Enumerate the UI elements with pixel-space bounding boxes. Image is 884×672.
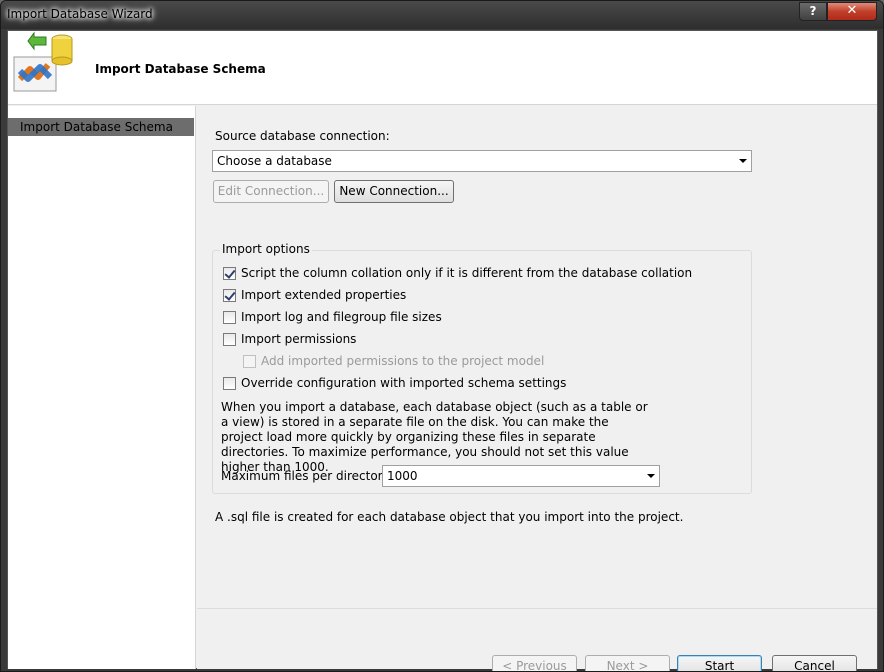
checkbox — [243, 355, 256, 368]
help-button[interactable]: ? — [799, 2, 827, 21]
source-connection-label: Source database connection: — [215, 129, 390, 143]
start-button[interactable]: Start — [677, 655, 762, 671]
dropdown-selected-value: Choose a database — [217, 154, 332, 168]
checkbox[interactable] — [223, 267, 236, 280]
max-files-dropdown[interactable]: 1000 — [382, 465, 660, 487]
wizard-client-area: Import Database Schema Import Database S… — [7, 30, 878, 671]
chevron-down-icon — [647, 474, 655, 478]
cancel-button[interactable]: Cancel — [772, 655, 857, 671]
previous-button[interactable]: < Previous — [492, 655, 577, 671]
database-connection-dropdown[interactable]: Choose a database — [212, 150, 752, 172]
footer-divider — [197, 608, 877, 609]
checkbox[interactable] — [223, 377, 236, 390]
checkbox-label: Script the column collation only if it i… — [241, 266, 693, 280]
wizard-steps-pane: Import Database Schema — [8, 106, 196, 669]
database-project-icon — [13, 31, 73, 92]
window-title: Import Database Wizard — [7, 7, 153, 21]
checkbox-label: Add imported permissions to the project … — [261, 354, 545, 368]
checkbox[interactable] — [223, 311, 236, 324]
step-label: Import Database Schema — [20, 120, 173, 134]
step-import-database-schema[interactable]: Import Database Schema — [8, 118, 194, 136]
wizard-window: Import Database Wizard ? ✕ Import Databa… — [0, 0, 884, 672]
new-connection-button[interactable]: New Connection... — [334, 180, 454, 203]
checkbox[interactable] — [223, 289, 236, 302]
checkbox[interactable] — [223, 333, 236, 346]
page-title: Import Database Schema — [95, 62, 266, 76]
dropdown-selected-value: 1000 — [387, 469, 418, 483]
edit-connection-button[interactable]: Edit Connection... — [213, 180, 329, 203]
checkbox-label: Import extended properties — [241, 288, 407, 302]
checkbox-label: Import log and filegroup file sizes — [241, 310, 442, 324]
next-button[interactable]: Next > — [585, 655, 670, 671]
max-files-label: Maximum files per directory: — [221, 469, 393, 483]
close-button[interactable]: ✕ — [827, 2, 877, 21]
title-bar[interactable]: Import Database Wizard ? ✕ — [1, 1, 883, 29]
chevron-down-icon — [739, 159, 747, 163]
options-description: When you import a database, each databas… — [221, 400, 648, 474]
wizard-page-content: Source database connection: Choose a dat… — [197, 106, 877, 671]
wizard-header: Import Database Schema — [8, 31, 877, 105]
checkbox-label: Override configuration with imported sch… — [241, 376, 567, 390]
sql-file-note: A .sql file is created for each database… — [215, 510, 684, 524]
import-options-title: Import options — [220, 242, 312, 256]
checkbox-label: Import permissions — [241, 332, 357, 346]
